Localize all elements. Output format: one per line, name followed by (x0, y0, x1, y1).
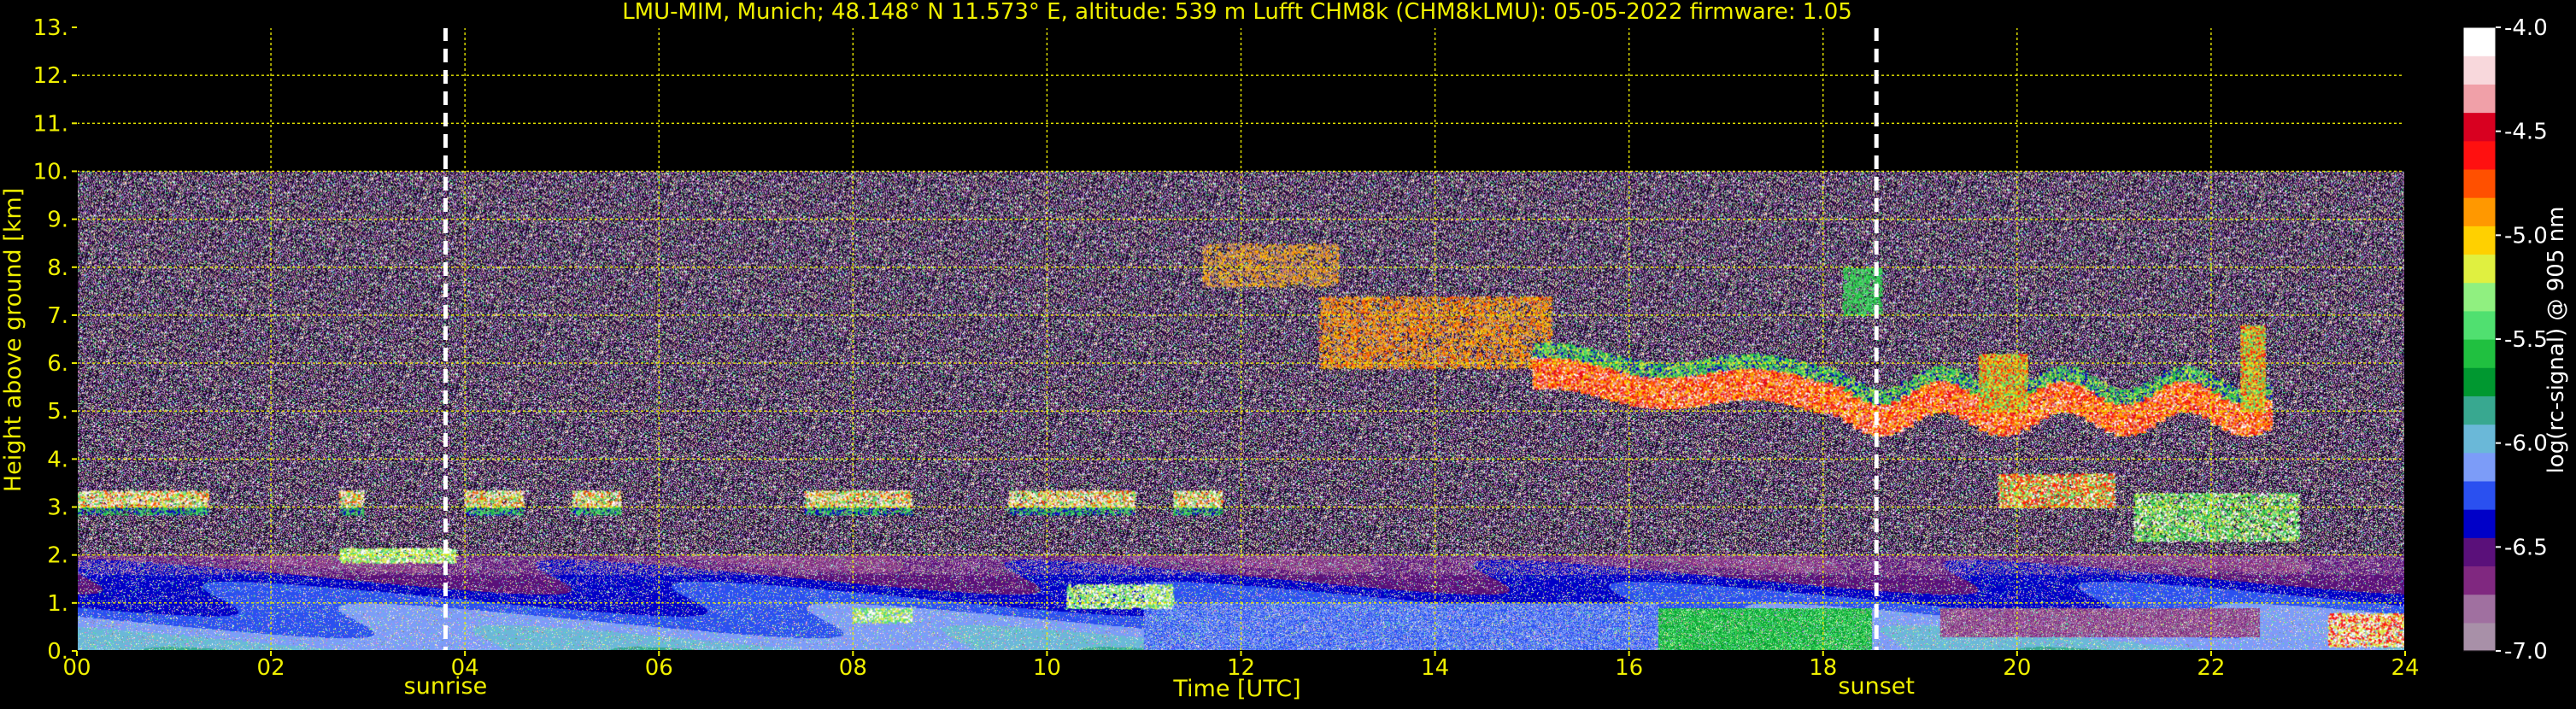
colorbar-swatch (2463, 84, 2496, 114)
y-tick-label: 0. (47, 639, 68, 665)
y-axis-label: Height above ground [km] (0, 188, 26, 492)
x-tick-label: 02 (257, 655, 285, 681)
colorbar-swatch (2463, 396, 2496, 425)
y-tick-label: 13. (33, 15, 68, 41)
colorbar-tick-label: -4.5 (2504, 120, 2548, 145)
x-tick-label: 08 (839, 655, 867, 681)
colorbar-swatch (2463, 594, 2496, 624)
colorbar-swatch (2463, 509, 2496, 538)
y-tick-label: 10. (33, 159, 68, 185)
colorbar-swatch (2463, 452, 2496, 482)
x-tick-label: 14 (1421, 655, 1449, 681)
y-tick-label: 1. (47, 591, 68, 617)
colorbar-tick-label: -6.5 (2504, 535, 2548, 560)
x-tick-label: 04 (451, 655, 479, 681)
y-tick-label: 9. (47, 208, 68, 233)
colorbar-tick-label: -5.0 (2504, 223, 2548, 249)
y-tick-label: 7. (47, 303, 68, 329)
y-tick-label: 2. (47, 543, 68, 569)
chart-canvas: LMU-MIM, Munich; 48.148° N 11.573° E, al… (0, 0, 2569, 702)
colorbar-swatch (2463, 367, 2496, 396)
colorbar-swatch (2463, 254, 2496, 284)
y-tick-label: 4. (47, 447, 68, 472)
colorbar-tick-label: -4.0 (2504, 15, 2548, 41)
ceilometer-chart: LMU-MIM, Munich; 48.148° N 11.573° E, al… (0, 0, 2576, 706)
y-tick-label: 12. (33, 63, 68, 89)
chart-title: LMU-MIM, Munich; 48.148° N 11.573° E, al… (622, 0, 1852, 25)
marker-label: sunset (1838, 673, 1915, 700)
y-tick-label: 11. (33, 111, 68, 137)
y-tick-label: 8. (47, 255, 68, 281)
y-tick-label: 6. (47, 351, 68, 377)
colorbar-swatch (2463, 339, 2496, 368)
x-tick-label: 24 (2391, 655, 2419, 681)
colorbar-swatch (2463, 226, 2496, 255)
x-tick-label: 06 (645, 655, 673, 681)
colorbar-swatch (2463, 112, 2496, 142)
x-tick-label: 16 (1615, 655, 1643, 681)
colorbar-swatch (2463, 310, 2496, 340)
y-tick-label: 5. (47, 399, 68, 425)
colorbar-tick-label: -5.5 (2504, 327, 2548, 353)
x-tick-label: 18 (1809, 655, 1837, 681)
x-tick-label: 22 (2197, 655, 2225, 681)
x-tick-label: 20 (2003, 655, 2031, 681)
colorbar-tick-label: -6.0 (2504, 431, 2548, 457)
colorbar-swatch (2463, 197, 2496, 226)
colorbar-swatch (2463, 424, 2496, 454)
colorbar-swatch (2463, 622, 2496, 652)
colorbar-swatch (2463, 168, 2496, 198)
y-tick-label: 3. (47, 495, 68, 521)
colorbar-swatch (2463, 282, 2496, 312)
colorbar-swatch (2463, 480, 2496, 510)
colorbar-swatch (2463, 565, 2496, 595)
colorbar-swatch (2463, 27, 2496, 56)
colorbar: -4.0 -4.5 -5.0 -5.5 -6.0 -6.5 -7.0 (2462, 15, 2548, 665)
colorbar-swatch (2463, 537, 2496, 567)
colorbar-swatch (2463, 56, 2496, 85)
colorbar-tick-label: -7.0 (2504, 639, 2548, 665)
x-axis-label: Time [UTC] (1172, 676, 1300, 702)
colorbar-label: log(rc-signal) @ 905 nm (2544, 207, 2569, 474)
x-tick-label: 10 (1033, 655, 1061, 681)
colorbar-swatch (2463, 140, 2496, 170)
